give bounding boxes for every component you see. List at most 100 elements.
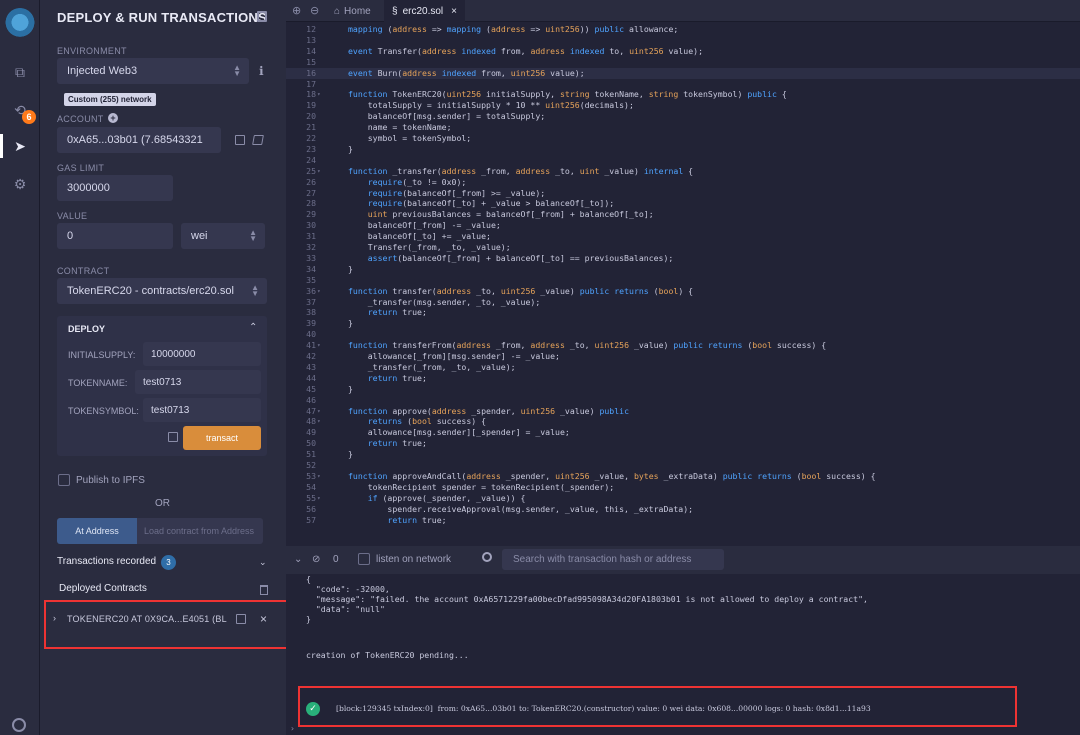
fold-arrow-icon[interactable]: ▾ [317, 471, 321, 482]
fold-arrow-icon[interactable]: ▾ [317, 416, 321, 427]
code-line[interactable]: 39} [286, 318, 1080, 329]
code-line[interactable]: 55 ▾ if (approve(_spender, _value)) { [286, 493, 1080, 504]
code-line[interactable]: 19 totalSupply = initialSupply * 10 ** u… [286, 100, 1080, 111]
fold-arrow-icon[interactable]: ▾ [317, 406, 321, 417]
code-line[interactable]: 52 [286, 460, 1080, 471]
code-line[interactable]: 18 ▾ function TokenERC20(uint256 initialSu… [286, 89, 1080, 100]
zoom-out-icon[interactable]: ⊖ [310, 4, 319, 17]
transactions-recorded-label[interactable]: Transactions recorded [57, 556, 156, 567]
fold-arrow-icon[interactable]: ▾ [317, 340, 321, 351]
code-line[interactable]: 54 tokenRecipient spender = tokenRecipie… [286, 482, 1080, 493]
code-editor[interactable]: 12 mapping (address => mapping (address =… [286, 22, 1080, 540]
initial-supply-input[interactable]: 10000000 [143, 342, 261, 366]
code-line[interactable]: 53 ▾ function approveAndCall(address _spen… [286, 471, 1080, 482]
chevron-right-icon[interactable]: › [53, 613, 56, 623]
code-line[interactable]: 32 Transfer(_from, _to, _value); [286, 242, 1080, 253]
code-line[interactable]: 40 [286, 329, 1080, 340]
add-account-icon[interactable]: + [108, 113, 118, 123]
clear-console-icon[interactable]: ⊘ [312, 554, 320, 565]
load-address-input[interactable]: Load contract from Address [137, 518, 263, 544]
remix-logo-icon[interactable] [4, 8, 36, 40]
code-line[interactable]: 43 _transfer(_from, _to, _value); [286, 362, 1080, 373]
publish-ipfs-checkbox[interactable] [58, 474, 70, 486]
trash-icon[interactable] [260, 585, 268, 595]
listen-network-checkbox[interactable] [358, 553, 370, 565]
code-line[interactable]: 27 require(balanceOf[_from] >= _value); [286, 188, 1080, 199]
close-icon[interactable]: × [260, 612, 267, 626]
code-line[interactable]: 29 uint previousBalances = balanceOf[_fr… [286, 209, 1080, 220]
fold-arrow-icon[interactable]: ▾ [317, 286, 321, 297]
collapse-chevron-icon[interactable]: ⌃ [249, 322, 257, 333]
transact-button[interactable]: transact [183, 426, 261, 450]
code-line[interactable]: 33 assert(balanceOf[_from] + balanceOf[_… [286, 253, 1080, 264]
code-line[interactable]: 20 balanceOf[msg.sender] = totalSupply; [286, 111, 1080, 122]
code-line[interactable]: 12 mapping (address => mapping (address =… [286, 24, 1080, 35]
code-line[interactable]: 45} [286, 384, 1080, 395]
code-line[interactable]: 46 [286, 395, 1080, 406]
code-line[interactable]: 13 [286, 35, 1080, 46]
deploy-run-icon[interactable]: ➤ [10, 136, 30, 156]
token-name-input[interactable]: test0713 [135, 370, 261, 394]
code-line[interactable]: 31 balanceOf[_to] += _value; [286, 231, 1080, 242]
code-line[interactable]: 24 [286, 155, 1080, 166]
code-line[interactable]: 41 ▾ function transferFrom(address _from, … [286, 340, 1080, 351]
copy-calldata-icon[interactable] [168, 432, 178, 442]
file-explorer-icon[interactable]: ⧉ [10, 62, 30, 82]
code-line[interactable]: 14 event Transfer(address indexed from, a… [286, 46, 1080, 57]
docs-icon[interactable] [257, 11, 267, 22]
code-line[interactable]: 16 event Burn(address indexed from, uint2… [286, 67, 1080, 79]
tab-home[interactable]: ⌂ Home [326, 0, 379, 22]
code-line[interactable]: 49 allowance[msg.sender][_spender] = _va… [286, 427, 1080, 438]
value-unit-select[interactable]: wei ▲ ▼ [181, 223, 265, 249]
account-select[interactable]: 0xA65...03b01 (7.68543321 [57, 127, 221, 153]
code-line[interactable]: 28 require(balanceOf[_to] + _value > bal… [286, 198, 1080, 209]
zoom-in-icon[interactable]: ⊕ [292, 4, 301, 17]
code-line[interactable]: 57 return true; [286, 515, 1080, 526]
token-symbol-input[interactable]: test0713 [143, 398, 261, 422]
tab-erc20[interactable]: § erc20.sol × [384, 0, 465, 22]
code-line[interactable]: 51} [286, 449, 1080, 460]
terminal-search-input[interactable]: Search with transaction hash or address [502, 549, 724, 570]
contract-select[interactable]: TokenERC20 - contracts/erc20.sol ▲ ▼ [57, 278, 267, 304]
environment-select[interactable]: Injected Web3 ▲ ▼ [57, 58, 249, 84]
close-tab-icon[interactable]: × [451, 6, 457, 17]
code-line[interactable]: 21 name = tokenName; [286, 122, 1080, 133]
code-line[interactable]: 37 _transfer(msg.sender, _to, _value); [286, 297, 1080, 308]
copy-account-icon[interactable] [235, 135, 245, 145]
select-arrows-icon: ▲ ▼ [233, 63, 241, 78]
code-line[interactable]: 23} [286, 144, 1080, 155]
code-line[interactable]: 48 ▾ returns (bool success) { [286, 416, 1080, 427]
transaction-log[interactable]: [block:129345 txIndex:0] from: 0xA65...0… [336, 704, 871, 713]
collapse-terminal-icon[interactable]: ⌄ [294, 554, 302, 565]
code-line[interactable]: 15 [286, 57, 1080, 68]
gas-limit-input[interactable]: 3000000 [57, 175, 173, 201]
or-divider: OR [155, 498, 170, 509]
code-line[interactable]: 44 return true; [286, 373, 1080, 384]
code-line[interactable]: 47 ▾ function approve(address _spender, ui… [286, 406, 1080, 417]
fold-arrow-icon[interactable]: ▾ [317, 89, 321, 100]
code-line[interactable]: 35 [286, 275, 1080, 286]
expand-chevron-icon[interactable]: ⌄ [259, 557, 267, 568]
line-number: 45 [306, 383, 316, 394]
code-line[interactable]: 30 balanceOf[_from] -= _value; [286, 220, 1080, 231]
code-line[interactable]: 17 [286, 79, 1080, 90]
code-line[interactable]: 26 require(_to != 0x0); [286, 177, 1080, 188]
code-line[interactable]: 56 spender.receiveApproval(msg.sender, _… [286, 504, 1080, 515]
code-line[interactable]: 25 ▾ function _transfer(address _from, add… [286, 166, 1080, 177]
deployed-contract-item[interactable]: TOKENERC20 AT 0X9CA...E4051 (BL [67, 614, 227, 624]
code-line[interactable]: 36 ▾ function transfer(address _to, uint25… [286, 286, 1080, 297]
plugin-manager-icon[interactable]: ⚙ [10, 174, 30, 194]
code-line[interactable]: 50 return true; [286, 438, 1080, 449]
code-line[interactable]: 42 allowance[_from][msg.sender] -= _valu… [286, 351, 1080, 362]
at-address-button[interactable]: At Address [57, 518, 137, 544]
code-line[interactable]: 22 symbol = tokenSymbol; [286, 133, 1080, 144]
edit-account-icon[interactable] [252, 135, 264, 145]
settings-icon[interactable] [12, 718, 26, 732]
code-line[interactable]: 34} [286, 264, 1080, 275]
copy-address-icon[interactable] [236, 614, 246, 624]
fold-arrow-icon[interactable]: ▾ [317, 493, 321, 504]
value-input[interactable]: 0 [57, 223, 173, 249]
info-icon[interactable]: ℹ [259, 64, 264, 78]
fold-arrow-icon[interactable]: ▾ [317, 166, 321, 177]
code-line[interactable]: 38 return true; [286, 307, 1080, 318]
